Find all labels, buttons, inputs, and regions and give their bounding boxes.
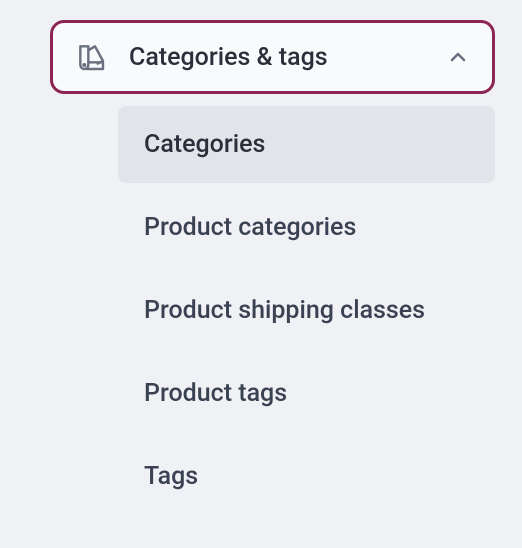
submenu-item-label: Product categories xyxy=(144,213,356,242)
chevron-up-icon xyxy=(446,45,470,69)
submenu: Categories Product categories Product sh… xyxy=(50,106,495,515)
submenu-item-product-shipping-classes[interactable]: Product shipping classes xyxy=(118,272,495,349)
submenu-item-label: Product tags xyxy=(144,379,287,408)
submenu-item-tags[interactable]: Tags xyxy=(118,438,495,515)
swatch-icon xyxy=(75,41,107,73)
menu-header-categories-tags[interactable]: Categories & tags xyxy=(50,20,495,94)
submenu-item-categories[interactable]: Categories xyxy=(118,106,495,183)
submenu-item-product-categories[interactable]: Product categories xyxy=(118,189,495,266)
submenu-item-product-tags[interactable]: Product tags xyxy=(118,355,495,432)
submenu-item-label: Product shipping classes xyxy=(144,296,425,325)
submenu-item-label: Tags xyxy=(144,462,198,491)
menu-header-label: Categories & tags xyxy=(129,43,446,72)
submenu-item-label: Categories xyxy=(144,130,265,159)
